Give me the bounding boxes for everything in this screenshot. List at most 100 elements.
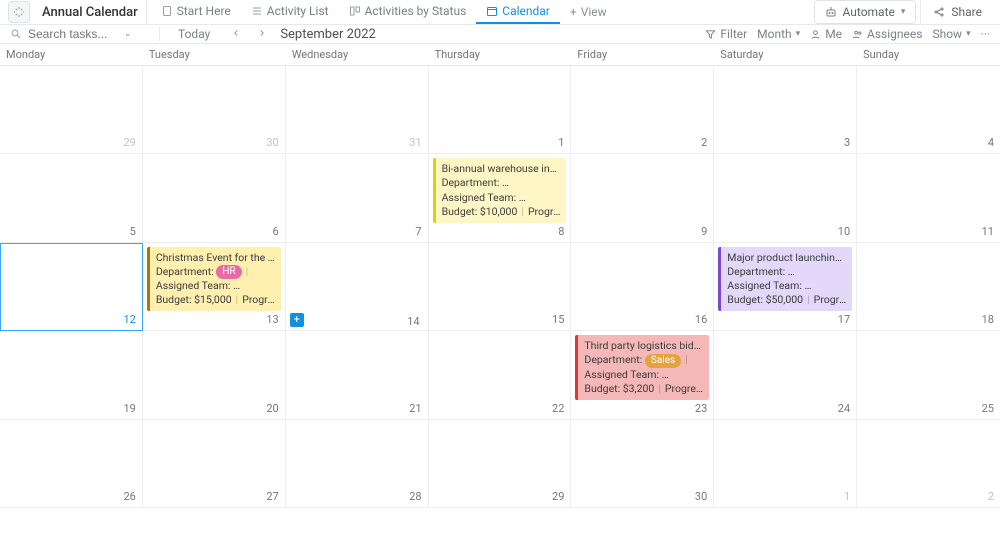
calendar-day-cell[interactable]: 2 <box>571 66 714 154</box>
calendar-day-cell[interactable]: 22 <box>429 331 572 419</box>
tab-calendar[interactable]: Calendar <box>476 0 560 24</box>
plus-icon: + <box>570 5 577 19</box>
show-label: Show <box>932 27 962 41</box>
share-label: Share <box>951 5 982 19</box>
calendar-day-cell[interactable]: Third party logistics bidding activityDe… <box>571 331 714 419</box>
add-view-label: View <box>581 5 607 19</box>
day-number: 2 <box>575 134 709 149</box>
calendar-day-cell[interactable]: 30 <box>571 420 714 508</box>
calendar-day-cell[interactable]: 7 <box>286 154 429 242</box>
assignees-button[interactable]: Assignees <box>852 27 922 41</box>
calendar-day-cell[interactable]: 12 <box>0 243 143 331</box>
calendar-toolbar: ⌄ Today September 2022 Filter Month ▾ Me <box>0 25 1000 44</box>
day-number: 9 <box>575 223 709 238</box>
calendar-day-cell[interactable]: 3 <box>714 66 857 154</box>
add-event-button[interactable]: + <box>290 313 304 327</box>
current-month-label: September 2022 <box>280 27 376 42</box>
filter-button[interactable]: Filter <box>705 27 747 41</box>
calendar-day-cell[interactable]: 25 <box>857 331 1000 419</box>
calendar-day-cell[interactable]: 29 <box>429 420 572 508</box>
day-number: 13 <box>147 311 281 326</box>
chevron-down-icon[interactable]: ⌄ <box>124 29 132 39</box>
day-number: 6 <box>147 223 281 238</box>
sparkle-icon <box>13 6 25 18</box>
team-pill: Team Alpha <box>805 279 847 293</box>
show-button[interactable]: Show ▾ <box>932 27 970 41</box>
calendar-day-cell[interactable]: 16 <box>571 243 714 331</box>
event-card[interactable]: Christmas Event for the Team MembersDepa… <box>147 247 281 311</box>
calendar-day-cell[interactable]: 24 <box>714 331 857 419</box>
day-number: 17 <box>718 311 852 326</box>
search-box[interactable]: ⌄ <box>10 27 160 41</box>
range-button[interactable]: Month ▾ <box>757 27 800 41</box>
more-options-button[interactable]: ··· <box>981 27 990 41</box>
day-number: 19 <box>4 400 138 415</box>
today-button[interactable]: Today <box>170 25 218 43</box>
calendar-day-cell[interactable]: 21 <box>286 331 429 419</box>
automate-button[interactable]: Automate ▾ <box>814 0 917 24</box>
day-number: 5 <box>4 223 138 238</box>
event-budget-row: Budget: $10,000|Progress: 75% <box>442 205 561 219</box>
calendar-day-cell[interactable]: 11 <box>857 154 1000 242</box>
next-month-button[interactable] <box>254 27 270 41</box>
calendar-day-cell[interactable]: Major product launching in New York City… <box>714 243 857 331</box>
weekday-label: Thursday <box>429 44 572 65</box>
weekday-label: Wednesday <box>286 44 429 65</box>
tab-start-here[interactable]: Start Here <box>151 0 241 24</box>
calendar-day-cell[interactable]: 6 <box>143 154 286 242</box>
day-number: 26 <box>4 488 138 503</box>
calendar-day-cell[interactable]: 26 <box>0 420 143 508</box>
automate-label: Automate <box>843 5 895 19</box>
day-number: 2 <box>861 488 996 503</box>
calendar-day-cell[interactable]: 4 <box>857 66 1000 154</box>
calendar-icon <box>486 5 498 17</box>
filter-icon <box>705 29 716 40</box>
search-input[interactable] <box>28 27 118 41</box>
calendar-day-cell[interactable]: 28 <box>286 420 429 508</box>
event-budget-row: Budget: $3,200|Progress: 60% <box>584 382 703 396</box>
event-card[interactable]: Third party logistics bidding activityDe… <box>575 335 709 399</box>
event-title: Bi-annual warehouse inventory for spare … <box>442 162 561 176</box>
day-number: 8 <box>433 223 567 238</box>
department-pill: Marketing <box>788 265 845 279</box>
day-number: 29 <box>433 488 567 503</box>
department-pill: Sales <box>645 354 681 368</box>
calendar-day-cell[interactable]: 15 <box>429 243 572 331</box>
calendar-day-cell[interactable]: 1 <box>429 66 572 154</box>
calendar-day-cell[interactable]: 31 <box>286 66 429 154</box>
tab-activity-list[interactable]: Activity List <box>241 0 339 24</box>
calendar-day-cell[interactable]: 14+ <box>286 243 429 331</box>
event-budget-row: Budget: $50,000|Progress: 33% <box>727 293 846 307</box>
add-view-button[interactable]: + View <box>560 0 617 24</box>
event-card[interactable]: Bi-annual warehouse inventory for spare … <box>433 158 567 222</box>
me-button[interactable]: Me <box>810 27 842 41</box>
calendar-day-cell[interactable]: 19 <box>0 331 143 419</box>
event-card[interactable]: Major product launching in New York City… <box>718 247 852 311</box>
day-number: 22 <box>433 400 567 415</box>
chevron-down-icon: ▾ <box>796 29 801 39</box>
calendar-day-cell[interactable]: 2 <box>857 420 1000 508</box>
calendar-day-cell[interactable]: 20 <box>143 331 286 419</box>
calendar-day-cell[interactable]: 29 <box>0 66 143 154</box>
day-number: 11 <box>861 223 996 238</box>
calendar-day-cell[interactable]: 10 <box>714 154 857 242</box>
calendar-day-cell[interactable]: Christmas Event for the Team MembersDepa… <box>143 243 286 331</box>
day-number: 30 <box>147 134 281 149</box>
tab-activities-by-status[interactable]: Activities by Status <box>339 0 477 24</box>
calendar-day-cell[interactable]: 1 <box>714 420 857 508</box>
calendar-day-cell[interactable]: 18 <box>857 243 1000 331</box>
weekday-label: Friday <box>571 44 714 65</box>
share-button[interactable]: Share <box>920 1 992 23</box>
prev-month-button[interactable] <box>228 27 244 41</box>
calendar-day-cell[interactable]: 30 <box>143 66 286 154</box>
calendar-day-cell[interactable]: 27 <box>143 420 286 508</box>
day-number: 10 <box>718 223 852 238</box>
calendar-day-cell[interactable]: 5 <box>0 154 143 242</box>
calendar-day-cell[interactable]: Bi-annual warehouse inventory for spare … <box>429 154 572 242</box>
workspace-settings-button[interactable] <box>8 1 30 23</box>
tab-label: Activity List <box>267 4 329 18</box>
people-icon <box>852 29 863 40</box>
page-title: Annual Calendar <box>34 0 147 24</box>
event-budget-row: Budget: $15,000|Progress: 60% <box>156 293 275 307</box>
calendar-day-cell[interactable]: 9 <box>571 154 714 242</box>
